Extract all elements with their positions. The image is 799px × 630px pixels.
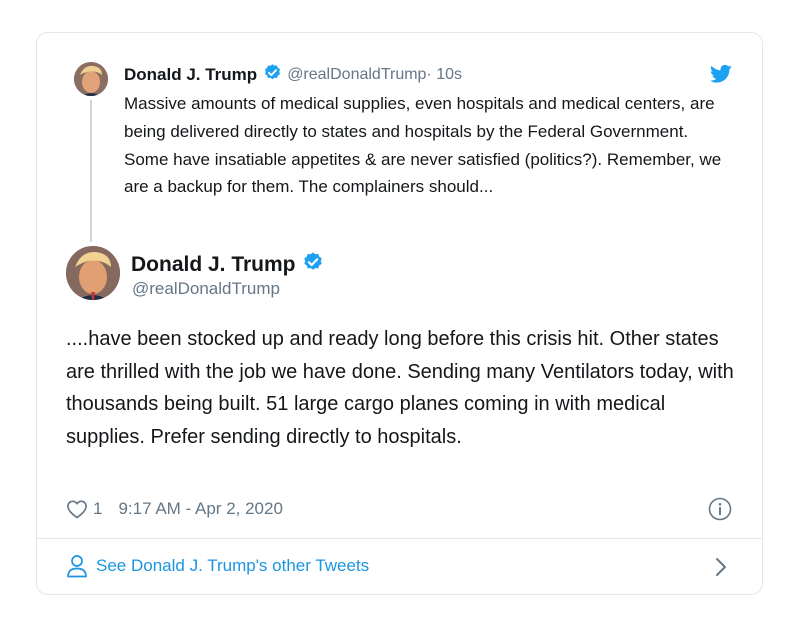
tweet-timestamp[interactable]: 9:17 AM - Apr 2, 2020 bbox=[118, 499, 282, 519]
footer-divider bbox=[37, 538, 762, 539]
parent-tweet-header: Donald J. Trump @realDonaldTrump · 10s bbox=[124, 64, 462, 86]
author-avatar[interactable] bbox=[66, 246, 120, 300]
thread-connector-line bbox=[90, 100, 92, 242]
see-other-tweets-link[interactable]: See Donald J. Trump's other Tweets bbox=[66, 553, 369, 579]
verified-badge-icon bbox=[263, 63, 282, 87]
author-name[interactable]: Donald J. Trump bbox=[131, 253, 296, 277]
author-name-row: Donald J. Trump bbox=[131, 251, 329, 278]
author-handle[interactable]: @realDonaldTrump bbox=[132, 279, 280, 299]
parent-author-name[interactable]: Donald J. Trump bbox=[124, 65, 257, 85]
parent-tweet-time[interactable]: · 10s bbox=[426, 66, 462, 84]
tweet-meta-row: 1 9:17 AM - Apr 2, 2020 bbox=[66, 496, 283, 522]
parent-author-handle[interactable]: @realDonaldTrump bbox=[287, 66, 426, 84]
chevron-right-icon[interactable] bbox=[711, 556, 731, 578]
verified-badge-icon bbox=[302, 251, 324, 278]
like-count[interactable]: 1 bbox=[93, 499, 102, 519]
tweet-text: ....have been stocked up and ready long … bbox=[66, 328, 734, 448]
parent-avatar[interactable] bbox=[74, 62, 108, 96]
info-icon[interactable] bbox=[708, 497, 732, 521]
twitter-bird-icon[interactable] bbox=[710, 64, 732, 84]
see-other-tweets-label[interactable]: See Donald J. Trump's other Tweets bbox=[96, 556, 369, 576]
person-icon bbox=[66, 554, 88, 578]
heart-icon[interactable] bbox=[66, 499, 88, 519]
parent-tweet-text: Massive amounts of medical supplies, eve… bbox=[124, 94, 722, 197]
